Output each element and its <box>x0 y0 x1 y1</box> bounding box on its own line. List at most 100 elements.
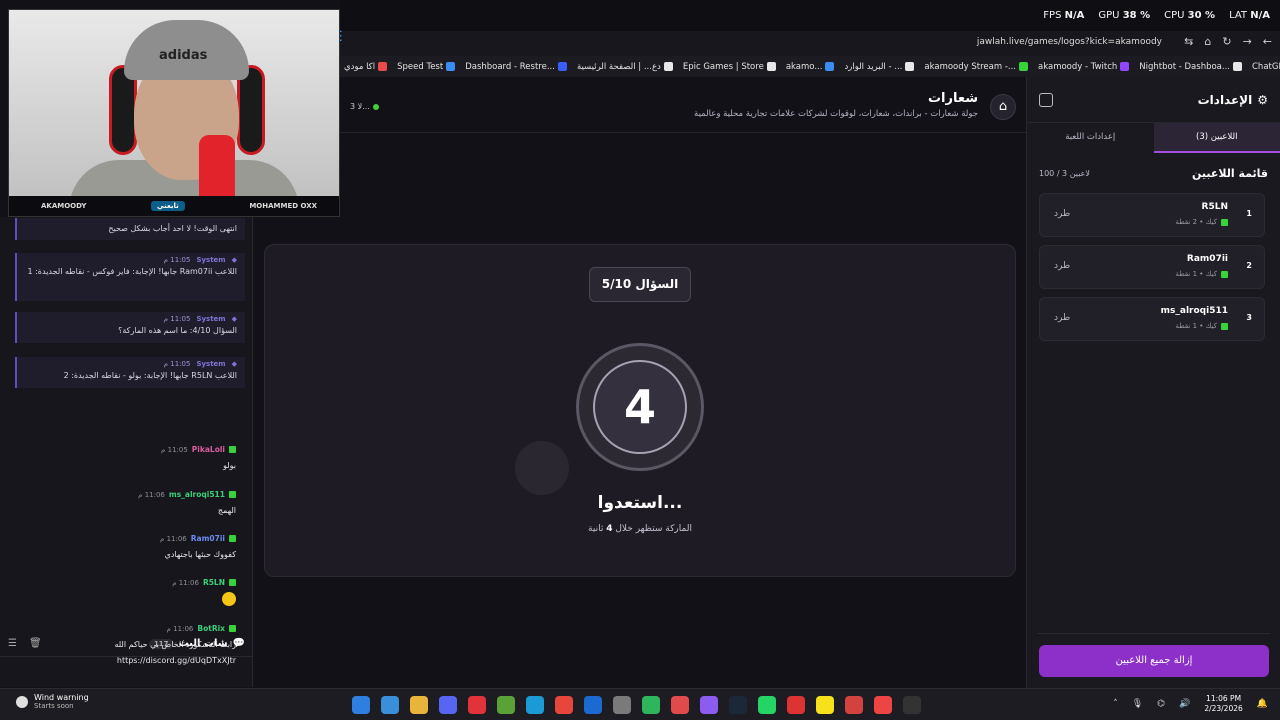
bookmark-item[interactable]: Epic Games | Store <box>683 62 776 72</box>
tray-chevron-icon[interactable]: ˄ <box>1113 699 1118 709</box>
bookmark-label: اكا مودي <box>344 61 376 72</box>
forward-icon[interactable]: → <box>1243 35 1252 48</box>
app-icon[interactable] <box>671 696 689 714</box>
minecraft-icon[interactable] <box>497 696 515 714</box>
player-meta-text: كيك • 1 نقطة <box>1175 270 1217 278</box>
game-description: جولة شعارات - براندات، شعارات، لوقوات لش… <box>694 109 978 119</box>
reload-icon[interactable]: ↻ <box>1222 35 1231 48</box>
kick-player-button[interactable]: طرد <box>1054 261 1070 271</box>
home-button[interactable]: ⌂ <box>990 94 1016 120</box>
url-text[interactable]: jawlah.live/games/logos?kick=akamoody <box>977 37 1162 47</box>
volume-icon[interactable]: 🔊 <box>1179 699 1190 709</box>
settings-header: الإعدادات ⚙ <box>1027 77 1280 123</box>
game-header: 3 لا... شعارات جولة شعارات - براندات، شع… <box>340 77 1026 133</box>
app-icon[interactable] <box>642 696 660 714</box>
ready-sub-suffix: ثانية <box>588 524 604 534</box>
notification-icon[interactable]: 🔔 <box>1257 699 1268 709</box>
store-icon[interactable] <box>613 696 631 714</box>
clock-date: 2/23/2026 <box>1204 704 1243 713</box>
tune-icon[interactable]: ⇆ <box>1184 35 1193 48</box>
clock[interactable]: 11:06 PM 2/23/2026 <box>1204 694 1242 714</box>
collapse-panel-icon[interactable] <box>1039 92 1053 107</box>
snapchat-icon[interactable] <box>816 696 834 714</box>
system-time: 11:05 م <box>163 256 191 264</box>
bookmark-label: akamoody - Twitch <box>1038 61 1118 72</box>
player-rank: 1 <box>1246 209 1252 218</box>
grid-icon[interactable] <box>700 696 718 714</box>
fps-stat: FPS N/A <box>1043 10 1085 21</box>
chat-time: 11:06 م <box>166 624 194 633</box>
settings-title: الإعدادات ⚙ <box>1198 93 1268 107</box>
bookmark-item[interactable]: Dashboard - Restre... <box>465 62 567 72</box>
cursor-highlight <box>515 441 569 495</box>
network-icon[interactable]: ⌬ <box>1157 699 1165 709</box>
terminal-icon[interactable] <box>903 696 921 714</box>
kick-badge-icon <box>229 579 236 586</box>
gear-icon: ⚙ <box>1257 92 1268 107</box>
kick-player-button[interactable]: طرد <box>1054 209 1070 219</box>
bookmark-item[interactable]: البريد الوارد - ... <box>844 62 915 72</box>
bookmark-label: akamo... <box>785 61 823 72</box>
bookmark-item[interactable]: اكا مودي <box>344 61 388 72</box>
chat-username[interactable]: PikaLoli <box>192 445 225 454</box>
tab-players[interactable]: اللاعبين (3) <box>1153 123 1280 153</box>
chat-message-text: بولو <box>223 461 236 470</box>
ready-title: استعدوا... <box>597 493 683 513</box>
outlook-icon[interactable] <box>584 696 602 714</box>
kick-badge-icon <box>1221 270 1228 278</box>
windows-taskbar: Wind warning Starts soon ˄ 🎙 ⌬ 🔊 11:06 P… <box>0 688 1280 720</box>
edge-icon[interactable] <box>526 696 544 714</box>
bookmark-item[interactable]: Nightbot - Dashboa... <box>1139 62 1242 72</box>
bookmark-item[interactable]: دع... | الصفحة الرئيسية <box>577 62 673 72</box>
system-message-text: انتهى الوقت! لا احد أجاب بشكل صحيح <box>108 224 237 233</box>
chat-message-text: كفووك حبثها باجتهادي <box>164 550 236 559</box>
question-badge: السؤال 5/10 <box>589 267 691 302</box>
players-count: 100 / 3 لاعبين <box>1039 169 1090 178</box>
chat-username[interactable]: R5LN <box>203 578 225 587</box>
app-icon[interactable] <box>787 696 805 714</box>
address-bar[interactable]: ☰ jawlah.live/games/logos?kick=akamoody … <box>330 29 1280 56</box>
bookmark-item[interactable]: akamoody Stream -... <box>924 61 1029 72</box>
chrome-icon[interactable] <box>555 696 573 714</box>
bookmark-item[interactable]: akamo... <box>786 62 835 72</box>
chat-username[interactable]: BotRix <box>197 624 225 633</box>
taskbar-apps <box>352 696 921 714</box>
app-icon[interactable] <box>874 696 892 714</box>
kick-badge-icon <box>1221 218 1228 226</box>
system-message-text: اللاعب R5LN جابها! الإجابة: بولو - نقاطه… <box>63 371 237 380</box>
app-icon[interactable] <box>845 696 863 714</box>
chat-username[interactable]: Ram07ii <box>191 534 225 543</box>
bookmark-item[interactable]: akamoody - Twitch <box>1038 61 1130 72</box>
whatsapp-icon[interactable] <box>758 696 776 714</box>
countdown-ring: 4 <box>576 343 704 471</box>
settings-panel: الإعدادات ⚙ إعدادات اللعبة اللاعبين (3) … <box>1026 77 1280 688</box>
bookmark-item[interactable]: ChatGPT <box>1252 62 1280 72</box>
discord-icon[interactable] <box>439 696 457 714</box>
home-icon[interactable]: ⌂ <box>1204 35 1211 48</box>
tab-game-settings[interactable]: إعدادات اللعبة <box>1027 123 1154 153</box>
app-icon[interactable] <box>468 696 486 714</box>
player-row: 1 R5LN طرد كيك • 2 نقطة <box>1039 193 1265 237</box>
windows-start-icon[interactable] <box>352 696 370 714</box>
mic-icon[interactable]: 🎙 <box>1132 699 1143 709</box>
remove-all-players-button[interactable]: إزالة جميع اللاعبين <box>1039 645 1269 677</box>
kick-player-button[interactable]: طرد <box>1054 313 1070 323</box>
bookmark-item[interactable]: Speed Test <box>397 62 456 72</box>
bookmark-favicon-icon <box>446 62 456 71</box>
weather-widget[interactable]: Wind warning Starts soon <box>16 693 89 710</box>
back-icon[interactable]: ← <box>1263 35 1272 48</box>
system-message: ◆ System 11:05 م اللاعب Ram07ii جابها! الإج… <box>15 253 245 301</box>
system-message-header: ◆ System 11:05 م <box>25 256 237 264</box>
snapchat-handle: MOHAMMED OXX <box>249 202 317 210</box>
webcam-overlay: adidas AKAMOODY تابعني MOHAMMED OXX <box>8 9 340 217</box>
bookmark-label: akamoody Stream -... <box>924 61 1017 72</box>
chat-message-text: https://discord.gg/dUqDTxXJtr <box>116 656 236 665</box>
system-message: ◆ System 11:05 م السؤال 4/10: ما اسم هذه ال… <box>15 312 245 343</box>
steam-icon[interactable] <box>729 696 747 714</box>
folder-icon[interactable] <box>410 696 428 714</box>
chat-message: https://discord.gg/dUqDTxXJtr <box>6 654 236 668</box>
system-sender: System <box>196 360 226 368</box>
chat-username[interactable]: ms_alroqi511 <box>169 490 225 499</box>
kick-badge-icon <box>229 535 236 542</box>
file-explorer-icon[interactable] <box>381 696 399 714</box>
